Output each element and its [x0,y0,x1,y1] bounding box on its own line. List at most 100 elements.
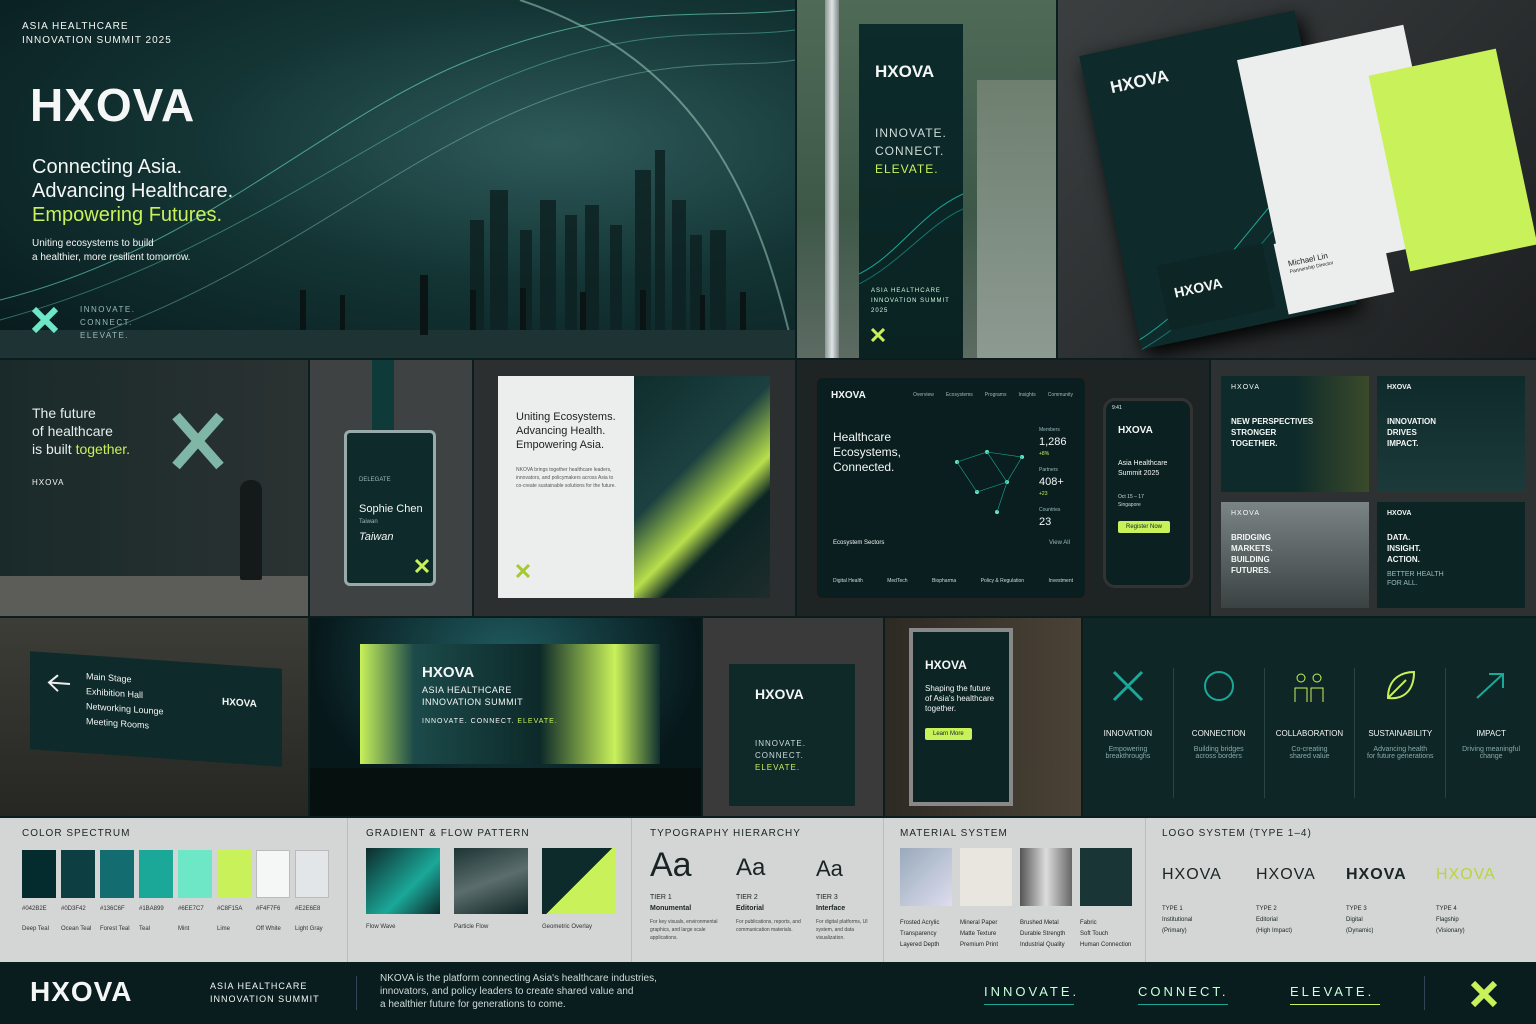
footer-tag-elevate: ELEVATE. [1290,984,1375,999]
social-post: HXOVA INNOVATION DRIVES IMPACT. [1377,376,1525,492]
phone: 9:41 HXOVA Asia Healthcare Summit 2025 Oc… [1103,398,1193,588]
sector-item[interactable]: Policy & Regulation [981,556,1024,584]
x-mark-icon [516,564,530,578]
digital-kiosk: HXOVA Shaping the future of Asia's healt… [909,628,1013,806]
x-mark-icon [32,307,58,333]
wall-quote: The future of healthcare is built together… [32,405,131,457]
stationery-panel: HXOVA HXOVA Michael Lin Partnership Dire… [1058,0,1536,358]
brochure-panel: Uniting Ecosystems. Advancing Health. Empo… [474,360,795,616]
nav-overview[interactable]: Overview [913,392,934,398]
lobby-wall-panel: The future of healthcare is built together… [0,360,308,616]
arrow-up-icon [1476,673,1505,699]
sector-item[interactable]: MedTech [887,556,907,584]
swatch-hex: #042B2E [22,906,47,912]
hero-tagline: INNOVATE. CONNECT. ELEVATE. [80,305,136,340]
headline: Connecting Asia. Advancing Healthcare. Emp… [32,156,234,226]
stage-screen: HXOVA ASIA HEALTHCARE INNOVATION SUMMIT I… [360,644,660,764]
logo-system: LOGO SYSTEM (TYPE 1–4) HXOVA HXOVA HXOVA… [1162,828,1496,934]
color-swatch [139,850,173,898]
swatch-name: Deep Teal [22,926,49,932]
social-post: HXOVA NEW PERSPECTIVES STRONGER TOGETHER… [1221,376,1369,492]
value-item: INNOVATION Empowering breakthroughs [1083,668,1174,798]
sector-item[interactable]: Biopharma [932,556,956,584]
register-button[interactable]: Register Now [1118,521,1171,533]
leaf-icon [1387,670,1416,700]
lanyard-badge: DELEGATE Sophie Chen Taiwan Taiwan [344,430,436,586]
footer-tag-innovate: INNOVATE. [984,984,1080,999]
footer-logo: HXOVA [30,976,133,1007]
badge-panel: DELEGATE Sophie Chen Taiwan Taiwan [310,360,472,616]
value-item: SUSTAINABILITY Advancing health for futu… [1355,668,1447,798]
swatch-hex: #6EE7C7 [178,906,204,912]
brochure-left-page: Uniting Ecosystems. Advancing Health. Empo… [498,376,634,598]
wall-brand: HXOVA [32,478,65,487]
gradient-patterns: GRADIENT & FLOW PATTERN Flow Wave Partic… [348,818,632,962]
swatch-hex: #0D3F42 [61,906,86,912]
x-mark-icon [871,328,885,342]
swatch-name: Ocean Teal [61,926,92,932]
swatch-hex: #136C6F [100,906,125,912]
social-post: HXOVA BRIDGING MARKETS. BUILDING FUTURES… [1221,502,1369,608]
footer-event: ASIA HEALTHCARE INNOVATION SUMMIT [210,981,320,1004]
nav-community[interactable]: Community [1048,392,1073,398]
material-system: MATERIAL SYSTEM Frosted Acrylic Transpare… [884,818,1146,962]
x-mark-icon [172,412,224,470]
wayfinding-sign: Main Stage Exhibition Hall Networking Loun… [30,651,282,767]
swatch-hex: #1BA899 [139,906,164,912]
swatch-name: Forest Teal [100,926,130,932]
x-mark-icon [415,559,429,573]
network-map [955,450,1024,514]
hero-panel: ASIA HEALTHCARE INNOVATION SUMMIT 2025 H… [0,0,795,358]
x-mark-icon [1112,670,1143,702]
color-swatch [178,850,212,898]
sector-item[interactable]: Investment [1049,556,1073,584]
tote-bag: HXOVA INNOVATE. CONNECT. ELEVATE. [729,664,855,806]
color-swatch [100,850,134,898]
swatch-hex: #C8F15A [217,906,243,912]
event-name: ASIA HEALTHCARE INNOVATION SUMMIT 2025 [22,21,172,46]
swatch-hex: #E2E6E8 [295,906,321,912]
nav-insights[interactable]: Insights [1018,392,1035,398]
value-item: CONNECTION Building bridges across borde… [1174,668,1265,798]
color-swatch [256,850,290,898]
kiosk-panel: HXOVA Shaping the future of Asia's healt… [885,618,1081,816]
digital-devices-panel: HXOVA Overview Ecosystems Programs Insig… [797,360,1209,616]
nav-programs[interactable]: Programs [985,392,1007,398]
color-spectrum: COLOR SPECTRUM #042B2E Deep Teal #0D3F42 Oc… [0,818,348,962]
swatch-name: Light Gray [295,926,323,932]
color-swatch [217,850,251,898]
brand-logo: HXOVA [30,79,196,131]
sector-item[interactable]: Digital Health [833,556,863,584]
value-item: COLLABORATION Co-creating shared value [1265,668,1356,798]
view-all-link[interactable]: View All [1049,540,1070,546]
tote-bag-panel: HXOVA INNOVATE. CONNECT. ELEVATE. [703,618,883,816]
arrow-left-icon [47,674,70,692]
nav-ecosystems[interactable]: Ecosystems [946,392,973,398]
hero-subtext: Uniting ecosystems to build a healthier, … [32,238,191,263]
color-swatch [295,850,329,898]
learn-more-button[interactable]: Learn More [925,728,972,740]
tablet-stats: Members 1,286 +8% Partners 408+ +23 Coun… [1039,427,1067,528]
x-mark-icon [1470,980,1498,1008]
footer-description: NKOVA is the platform connecting Asia's … [380,973,657,1010]
sector-list: Digital Health MedTech Biopharma Policy … [833,556,1073,584]
value-item: IMPACT Driving meaningful change [1446,668,1536,798]
stage-panel: HXOVA ASIA HEALTHCARE INNOVATION SUMMIT I… [310,618,701,816]
swatch-name: Off White [256,926,281,932]
swatch-hex: #F4F7F6 [256,906,281,912]
wayfinding-panel: Main Stage Exhibition Hall Networking Loun… [0,618,308,816]
brand-values-panel: INNOVATION Empowering breakthroughs CONN… [1083,618,1536,816]
footer-bar: HXOVA ASIA HEALTHCARE INNOVATION SUMMIT … [0,962,1536,1024]
footer-tag-connect: CONNECT. [1138,984,1229,999]
people-icon [1294,673,1324,702]
brochure-right-page [634,376,770,598]
typography-hierarchy: TYPOGRAPHY HIERARCHY Aa Aa Aa TIER 1 Monu… [632,818,884,962]
values-list: INNOVATION Empowering breakthroughs CONN… [1083,668,1536,798]
street-banner-panel: HXOVA INNOVATE. CONNECT. ELEVATE. ASIA HEA… [797,0,1056,358]
swatch-name: Lime [217,926,231,932]
tablet-nav: Overview Ecosystems Programs Insights Co… [913,392,1073,398]
color-swatch [22,850,56,898]
color-swatch [61,850,95,898]
brand-guide-panel: COLOR SPECTRUM #042B2E Deep Teal #0D3F42 Oc… [0,818,1536,962]
network-circle-icon [1203,671,1234,701]
